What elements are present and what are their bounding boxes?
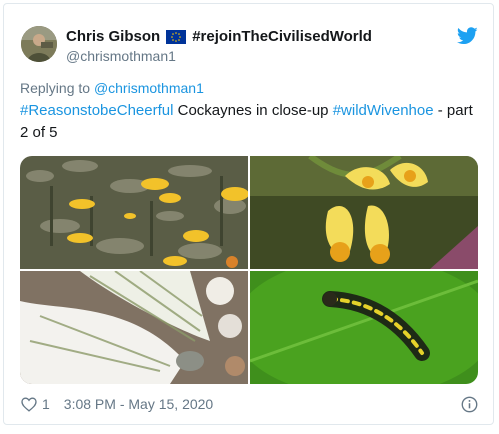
heart-icon bbox=[21, 396, 37, 412]
author-name-row[interactable]: Chris Gibson #rejoinTheCivilisedWorld bbox=[66, 28, 372, 45]
author-handle[interactable]: @chrismothman1 bbox=[66, 48, 176, 64]
hashtag-link[interactable]: #ReasonstobeCheerful bbox=[20, 102, 173, 119]
author-name[interactable]: Chris Gibson bbox=[66, 28, 160, 45]
tweet-footer: 1 3:08 PM - May 15, 2020 bbox=[21, 396, 481, 412]
tweet-card: Chris Gibson #rejoinTheCivilisedWorld @c… bbox=[3, 3, 494, 425]
media-grid bbox=[20, 156, 478, 384]
eu-flag-icon bbox=[166, 29, 187, 44]
info-icon[interactable] bbox=[461, 396, 478, 413]
tweet-text-segment: Cockaynes in close-up bbox=[173, 102, 333, 119]
author-name-suffix: #rejoinTheCivilisedWorld bbox=[192, 28, 372, 45]
hashtag-link[interactable]: #wildWivenhoe bbox=[333, 102, 434, 119]
reply-context: Replying to @chrismothman1 bbox=[20, 80, 204, 96]
tweet-text: #ReasonstobeCheerful Cockaynes in close-… bbox=[20, 100, 480, 144]
photo-white-butterfly[interactable] bbox=[20, 271, 248, 384]
tweet-timestamp[interactable]: 3:08 PM - May 15, 2020 bbox=[64, 396, 213, 412]
twitter-bird-icon[interactable] bbox=[457, 27, 478, 45]
avatar[interactable] bbox=[21, 26, 57, 62]
photo-yellow-flowers[interactable] bbox=[20, 156, 248, 269]
like-button[interactable]: 1 bbox=[21, 396, 50, 412]
reply-mention-link[interactable]: @chrismothman1 bbox=[94, 80, 204, 96]
like-count: 1 bbox=[42, 396, 50, 412]
reply-prefix: Replying to bbox=[20, 80, 91, 96]
photo-cowslip-flowers[interactable] bbox=[250, 156, 478, 269]
photo-caterpillar[interactable] bbox=[250, 271, 478, 384]
